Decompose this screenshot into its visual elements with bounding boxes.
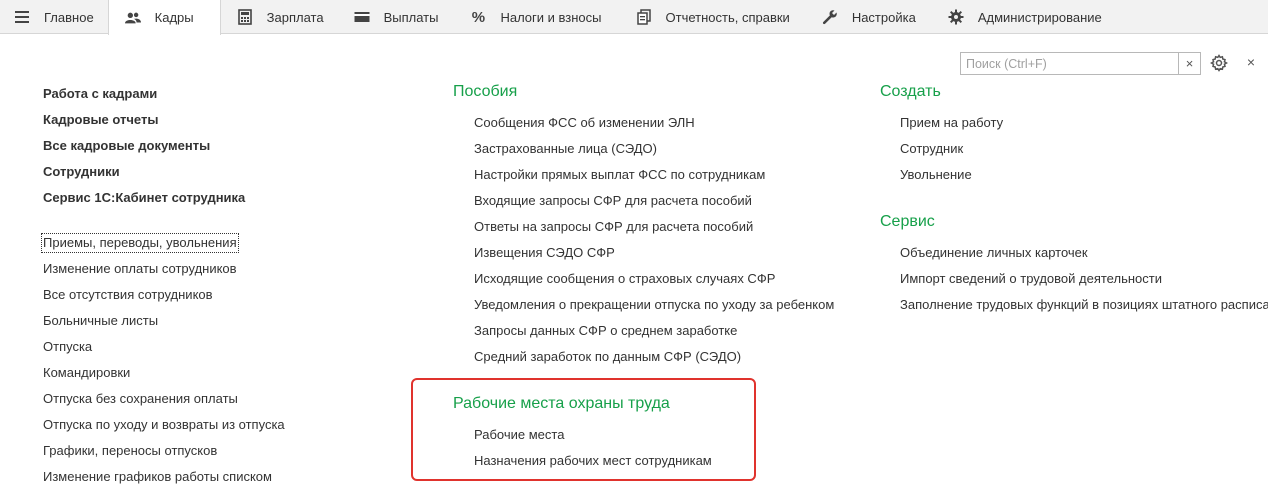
link-benefit-item[interactable]: Входящие запросы СФР для расчета пособий bbox=[474, 193, 752, 209]
link-create-dismissal[interactable]: Увольнение bbox=[900, 167, 972, 183]
clear-search-button[interactable]: × bbox=[1178, 53, 1200, 74]
link-personnel-reports[interactable]: Кадровые отчеты bbox=[43, 112, 158, 128]
link-personnel-work[interactable]: Работа с кадрами bbox=[43, 86, 157, 102]
people-icon bbox=[124, 10, 141, 26]
tab-label: Администрирование bbox=[977, 9, 1102, 25]
link-all-absences[interactable]: Все отсутствия сотрудников bbox=[43, 287, 213, 303]
calculator-icon bbox=[237, 9, 253, 25]
link-workplace-assignments[interactable]: Назначения рабочих мест сотрудникам bbox=[474, 453, 712, 469]
link-work-schedule-changes[interactable]: Изменение графиков работы списком bbox=[43, 469, 272, 485]
tab-label: Кадры bbox=[154, 10, 194, 25]
search-input[interactable] bbox=[961, 53, 1178, 74]
link-benefit-item[interactable]: Извещения СЭДО СФР bbox=[474, 245, 615, 261]
tab-label: Настройка bbox=[851, 9, 916, 25]
group-title-create: Создать bbox=[880, 83, 941, 100]
link-sick-leaves[interactable]: Больничные листы bbox=[43, 313, 158, 329]
link-create-hiring[interactable]: Прием на работу bbox=[900, 115, 1003, 131]
tab-main[interactable]: Главное bbox=[0, 0, 108, 34]
link-service-item[interactable]: Импорт сведений о трудовой деятельности bbox=[900, 271, 1162, 287]
group-title-workplaces: Рабочие места охраны труда bbox=[453, 395, 670, 412]
link-employee-cabinet-service[interactable]: Сервис 1С:Кабинет сотрудника bbox=[43, 190, 245, 206]
link-service-item[interactable]: Заполнение трудовых функций в позициях ш… bbox=[900, 297, 1268, 313]
gear-icon bbox=[948, 9, 964, 25]
link-service-item[interactable]: Объединение личных карточек bbox=[900, 245, 1088, 261]
tab-label: Налоги и взносы bbox=[500, 9, 602, 25]
link-parental-leaves[interactable]: Отпуска по уходу и возвраты из отпуска bbox=[43, 417, 285, 433]
link-workplaces[interactable]: Рабочие места bbox=[474, 427, 564, 443]
tab-payments[interactable]: Выплаты bbox=[340, 0, 455, 34]
tab-personnel[interactable]: Кадры bbox=[107, 0, 221, 35]
link-benefit-item[interactable]: Застрахованные лица (СЭДО) bbox=[474, 141, 657, 157]
wrench-icon bbox=[822, 9, 838, 25]
link-benefit-item[interactable]: Настройки прямых выплат ФСС по сотрудник… bbox=[474, 167, 765, 183]
group-title-benefits: Пособия bbox=[453, 83, 518, 100]
tab-administration[interactable]: Администрирование bbox=[932, 0, 1116, 34]
link-benefit-item[interactable]: Запросы данных СФР о среднем заработке bbox=[474, 323, 737, 339]
link-hiring-transfers-dismissals[interactable]: Приемы, переводы, увольнения bbox=[41, 233, 239, 253]
section-panel: Главное Кадры Зарплата Выплаты % Налоги … bbox=[0, 0, 1268, 35]
link-salary-changes[interactable]: Изменение оплаты сотрудников bbox=[43, 261, 237, 277]
link-unpaid-leaves[interactable]: Отпуска без сохранения оплаты bbox=[43, 391, 238, 407]
link-vacation-schedules[interactable]: Графики, переносы отпусков bbox=[43, 443, 217, 459]
link-employees[interactable]: Сотрудники bbox=[43, 164, 120, 180]
tab-label: Выплаты bbox=[383, 9, 439, 25]
link-benefit-item[interactable]: Исходящие сообщения о страховых случаях … bbox=[474, 271, 775, 287]
percent-icon: % bbox=[471, 8, 486, 26]
settings-gear-icon bbox=[1209, 54, 1229, 72]
documents-icon bbox=[636, 9, 652, 25]
tab-reports[interactable]: Отчетность, справки bbox=[620, 0, 808, 34]
link-benefit-item[interactable]: Средний заработок по данным СФР (СЭДО) bbox=[474, 349, 741, 365]
settings-gear-button[interactable] bbox=[1209, 54, 1229, 72]
link-benefit-item[interactable]: Сообщения ФСС об изменении ЭЛН bbox=[474, 115, 695, 131]
tab-salary[interactable]: Зарплата bbox=[221, 0, 340, 34]
close-button[interactable]: × bbox=[1244, 55, 1258, 69]
group-title-service: Сервис bbox=[880, 213, 935, 230]
link-benefit-item[interactable]: Ответы на запросы СФР для расчета пособи… bbox=[474, 219, 753, 235]
link-business-trips[interactable]: Командировки bbox=[43, 365, 130, 381]
link-vacations[interactable]: Отпуска bbox=[43, 339, 92, 355]
menu-icon bbox=[14, 9, 30, 25]
link-create-employee[interactable]: Сотрудник bbox=[900, 141, 963, 157]
tab-settings[interactable]: Настройка bbox=[808, 0, 932, 34]
tab-label: Отчетность, справки bbox=[665, 9, 790, 25]
search-box: × bbox=[960, 52, 1201, 75]
link-all-personnel-documents[interactable]: Все кадровые документы bbox=[43, 138, 210, 154]
wallet-icon bbox=[354, 9, 370, 25]
tab-taxes[interactable]: % Налоги и взносы bbox=[454, 0, 619, 34]
link-benefit-item[interactable]: Уведомления о прекращении отпуска по ухо… bbox=[474, 297, 834, 313]
tab-label: Зарплата bbox=[266, 9, 324, 25]
tab-label: Главное bbox=[44, 9, 94, 25]
